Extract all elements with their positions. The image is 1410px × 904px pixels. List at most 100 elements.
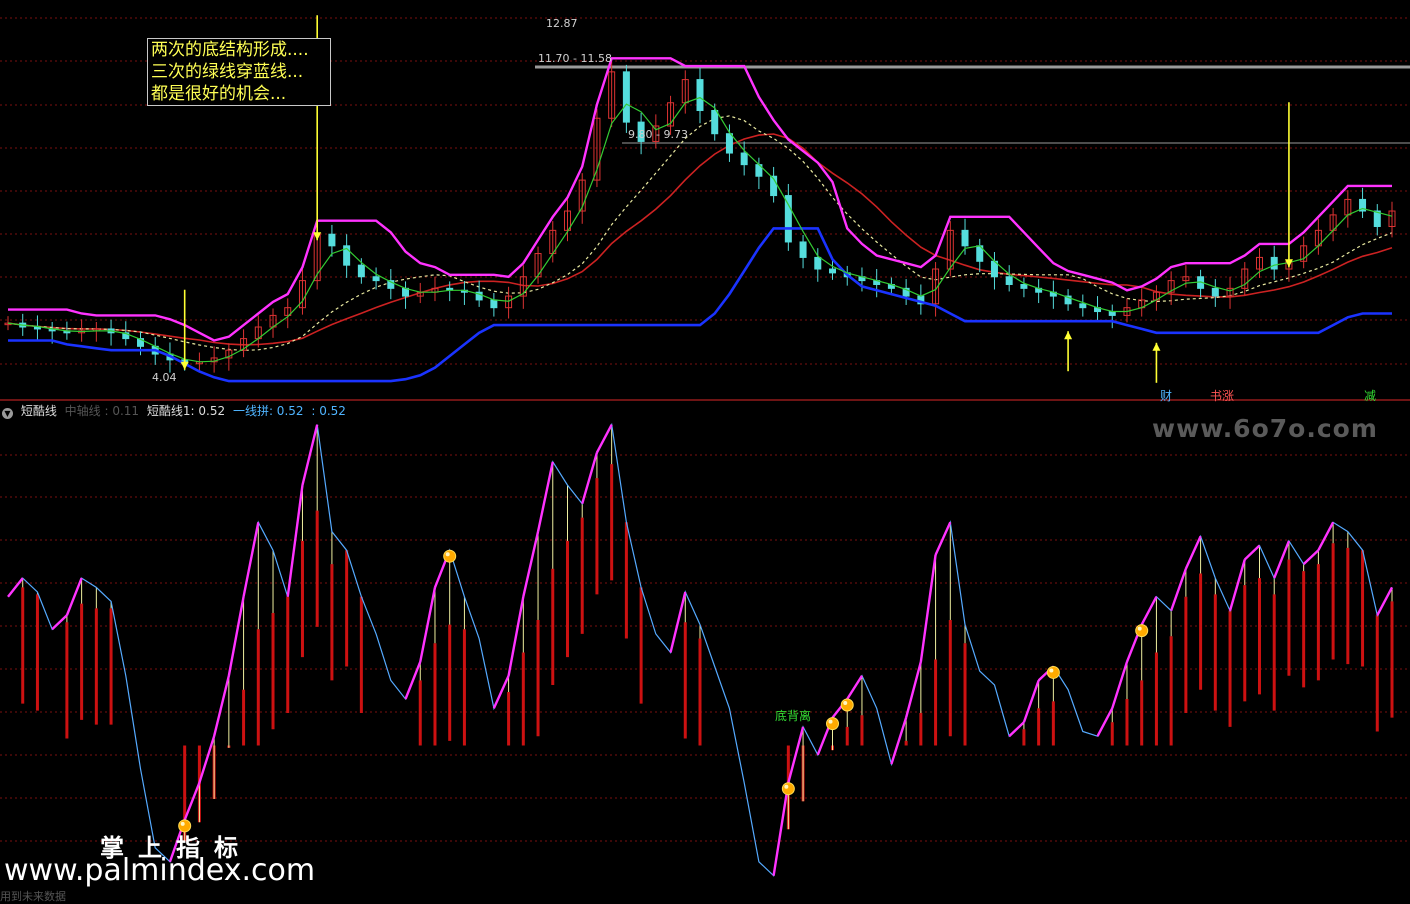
candle-body — [622, 71, 630, 123]
ma-long-line — [7, 133, 1393, 346]
collapse-toggle-icon[interactable]: ▼ — [2, 408, 13, 419]
oscillator-rising-segment — [1008, 721, 1025, 738]
annotation-line-3: 都是很好的机会... — [151, 84, 287, 104]
tag-jian: 减 — [1364, 389, 1377, 403]
buy-signal-ball — [443, 549, 457, 563]
signal-arrow-head — [1064, 331, 1073, 340]
oscillator-rising-segment — [183, 782, 201, 821]
oscillator-rising-segment — [301, 424, 319, 486]
signal-arrow-head — [1152, 342, 1161, 351]
ma-mid-line — [7, 115, 1393, 352]
buy-signal-ball-shine — [445, 552, 450, 557]
oscillator — [7, 422, 1394, 877]
candle-body — [1211, 287, 1219, 297]
oscillator-rising-segment — [1376, 586, 1394, 616]
buy-signal-markers — [178, 549, 1149, 833]
level2-label: 9.80 - 9.73 — [628, 128, 688, 141]
buy-signal-ball-shine — [1049, 668, 1054, 673]
level1-label: 11.70 - 11.58 — [538, 52, 612, 65]
candle-body — [961, 229, 969, 247]
candle-body — [1108, 311, 1116, 316]
buy-signal-ball — [826, 717, 840, 731]
green-line — [7, 96, 1393, 363]
oscillator-rising-segment — [212, 675, 231, 737]
divergence-label: 底背离 — [775, 709, 812, 723]
oscillator-rising-segment — [1302, 549, 1320, 566]
candle-body — [1079, 303, 1087, 309]
oscillator-rising-segment — [198, 735, 216, 784]
candle-body — [740, 152, 748, 166]
candle-body — [490, 299, 498, 309]
watermark-site-2: www.palmindex.com — [4, 853, 316, 888]
mid-line-value: 中轴线 : 0.11 — [64, 404, 140, 418]
oscillator-rising-segment — [507, 596, 525, 676]
candle-body — [328, 233, 336, 247]
annotation-line-1: 两次的底结构形成.... — [151, 40, 309, 60]
candle-body — [1270, 256, 1278, 270]
buy-signal-ball — [840, 698, 854, 712]
oscillator-rising-segment — [227, 596, 245, 676]
oscillator-rising-segment — [1184, 535, 1202, 570]
candle-body — [1020, 283, 1028, 289]
line2-value: 一线拼: 0.52 — [232, 404, 304, 418]
candle-body — [799, 241, 807, 258]
buy-signal-ball-shine — [828, 719, 833, 724]
indicator-name[interactable]: 短酷线 — [21, 404, 57, 418]
oscillator-rising-segment — [919, 554, 937, 662]
oscillator-rising-segment — [904, 661, 923, 718]
candle-body — [829, 268, 837, 274]
moving-averages — [7, 115, 1393, 352]
high-price-label: 12.87 — [546, 17, 578, 30]
chart-canvas — [0, 15, 1410, 877]
buy-signal-ball-shine — [784, 784, 789, 789]
buy-signal-ball-shine — [180, 821, 185, 826]
buy-signal-ball-shine — [843, 701, 848, 705]
oscillator-rising-segment — [1228, 559, 1246, 611]
oscillator-rising-segment — [522, 531, 540, 597]
oscillator-rising-segment — [51, 614, 68, 631]
oscillator-rising-segment — [492, 675, 510, 709]
oscillator-rising-segment — [1317, 521, 1335, 551]
low-price-label: 4.04 — [152, 371, 177, 384]
footer-note: 用到未来数据 — [0, 890, 66, 903]
oscillator-rising-segment — [242, 522, 260, 597]
oscillator-rising-segment — [772, 782, 790, 876]
oscillator-rising-segment — [404, 661, 422, 700]
oscillator-rising-segment — [1243, 544, 1261, 561]
oscillator-rising-segment — [846, 675, 863, 700]
candle-body — [784, 195, 792, 243]
line1-value: 短酷线1: 0.52 — [146, 404, 226, 418]
candle-body — [372, 276, 380, 282]
buy-signal-ball — [781, 782, 795, 796]
candle-body — [725, 133, 733, 154]
oscillator-rising-segment — [595, 424, 613, 454]
oscillator-rising-segment — [65, 577, 83, 616]
candle-body — [696, 79, 704, 112]
oscillator-rising-segment — [1140, 596, 1158, 626]
oscillator-rising-segment — [890, 717, 908, 765]
tag-shuzhang: 书涨 — [1210, 389, 1235, 403]
candle-body — [357, 264, 365, 278]
oscillator-rising-segment — [419, 587, 437, 663]
oscillator-rising-segment — [934, 521, 952, 556]
oscillator-panel-grid — [0, 454, 1410, 842]
annotation-line-2: 三次的绿线穿蓝线... — [151, 62, 304, 82]
oscillator-rising-segment — [669, 591, 687, 653]
line3-value: : 0.52 — [311, 404, 346, 418]
oscillator-rising-segment — [1022, 680, 1040, 723]
tag-cai: 财 — [1160, 389, 1173, 403]
buy-signal-ball — [1135, 624, 1149, 638]
candle-body — [1005, 276, 1013, 285]
indicator-header: ▼ 短酷线 中轴线 : 0.11 短酷线1: 0.52 一线拼: 0.52 : … — [2, 402, 350, 419]
buy-signal-ball — [1046, 665, 1060, 679]
oscillator-rising-segment — [1111, 661, 1129, 709]
oscillator-rising-segment — [1170, 568, 1188, 612]
signal-arrows — [180, 15, 1293, 383]
candle-body — [711, 110, 719, 135]
oscillator-rising-segment — [7, 577, 24, 598]
oscillator-rising-segment — [286, 484, 304, 597]
annotation-box: 两次的底结构形成.... 三次的绿线穿蓝线... 都是很好的机会... — [147, 38, 331, 106]
candle-body — [814, 256, 822, 270]
oscillator-rising-segment — [581, 452, 599, 505]
watermark-site-1: www.6o7o.com — [1152, 414, 1378, 443]
